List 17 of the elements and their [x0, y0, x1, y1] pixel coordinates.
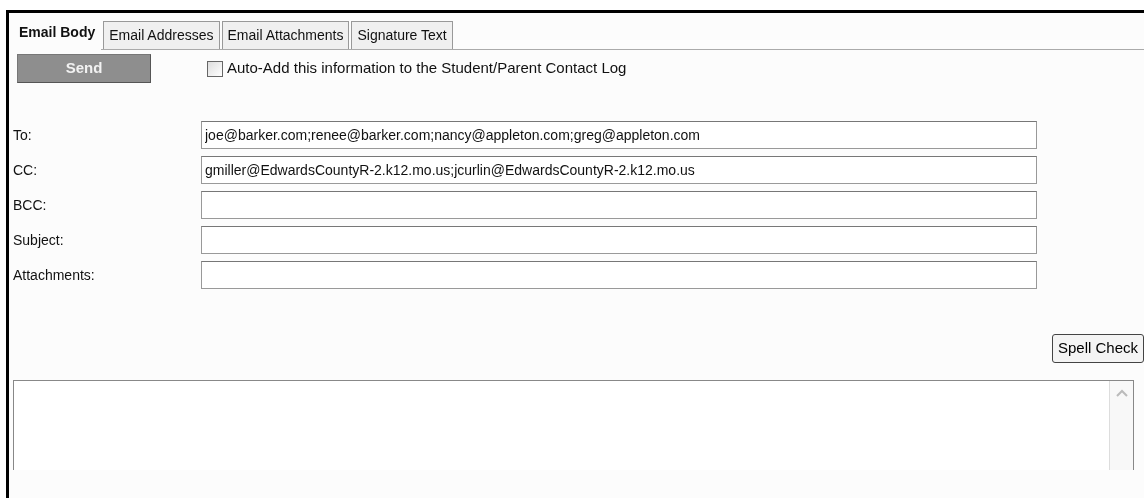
input-field[interactable] [201, 226, 1037, 254]
input-field[interactable]: gmiller@EdwardsCountyR-2.k12.mo.us;jcurlin@EdwardsCountyR-2.k12.mo.us [201, 156, 1037, 184]
tab[interactable]: Email Attachments [221, 21, 350, 49]
input-field[interactable] [201, 261, 1037, 289]
field-label: CC: [13, 160, 39, 180]
field-label: Attachments: [13, 265, 96, 285]
spell-check-button[interactable]: Spell Check [1051, 334, 1144, 363]
message-body-field[interactable] [13, 379, 1134, 470]
input-field[interactable] [201, 191, 1037, 219]
field-label: Subject: [13, 230, 65, 250]
field-label: BCC: [13, 195, 48, 215]
tab[interactable]: Signature Text [351, 21, 453, 49]
input-field[interactable]: joe@barker.com;renee@barker.com;nancy@appleton.com;greg@appleton.com [201, 121, 1037, 149]
checkbox-label: Auto-Add this information to the Student/Parent Contact Log [227, 58, 627, 79]
field-label: To: [13, 125, 33, 145]
tab[interactable]: Email Addresses [103, 21, 220, 49]
checkbox[interactable] [207, 60, 223, 77]
